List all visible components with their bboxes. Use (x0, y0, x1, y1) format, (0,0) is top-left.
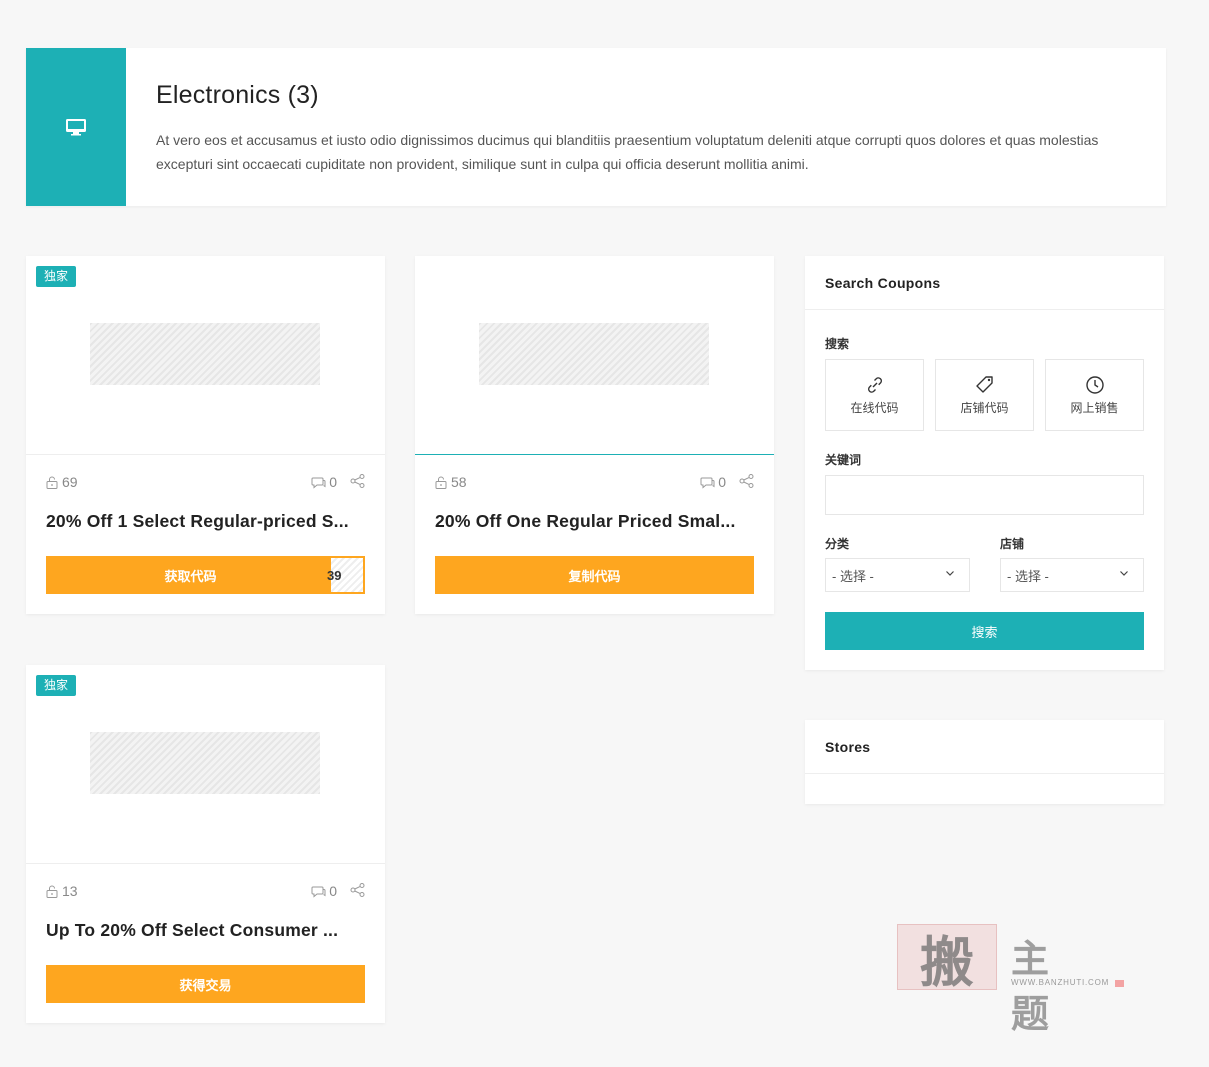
coupon-title[interactable]: 20% Off One Regular Priced Smal... (435, 511, 754, 532)
share-icon (739, 474, 754, 488)
store-logo[interactable] (90, 732, 320, 794)
share-icon (350, 883, 365, 897)
category-label: 分类 (825, 537, 850, 551)
views-count: 13 (46, 883, 78, 899)
comments-link[interactable]: 0 (700, 474, 726, 490)
comments-link[interactable]: 0 (311, 883, 337, 899)
keyword-label: 关键词 (825, 453, 862, 467)
comment-icon (311, 886, 326, 898)
type-online-sale[interactable]: 网上销售 (1045, 359, 1144, 431)
coupon-card: 58 0 20% Off One Regular Priced Smal... … (415, 256, 774, 614)
category-header: Electronics (3) At vero eos et accusamus… (26, 48, 1166, 206)
coupon-card: 独家 69 0 20% Off 1 Select Regular-priced … (26, 256, 385, 614)
site-watermark: 搬 主题 WWW.BANZHUTI.COM (897, 924, 1127, 1036)
type-store-code[interactable]: 店铺代码 (935, 359, 1034, 431)
coupon-meta: 69 0 (46, 474, 365, 492)
link-icon (867, 376, 882, 393)
coupon-title[interactable]: 20% Off 1 Select Regular-priced S... (46, 511, 365, 532)
search-coupons-widget: Search Coupons 搜索 在线代码 店铺代码 网上销售 关键词 分类 … (805, 256, 1164, 670)
watermark-url: WWW.BANZHUTI.COM (1011, 978, 1110, 987)
views-count: 69 (46, 474, 78, 490)
share-button[interactable] (739, 474, 754, 491)
coupon-thumbnail[interactable] (415, 256, 774, 455)
code-peek: 39 (327, 558, 363, 592)
comments-link[interactable]: 0 (311, 474, 337, 490)
stores-widget: Stores (805, 720, 1164, 804)
copy-code-button[interactable]: 复制代码 (435, 556, 754, 594)
lock-icon (435, 476, 447, 489)
coupon-meta: 13 0 (46, 883, 365, 901)
store-label: 店铺 (1000, 537, 1025, 551)
tag-icon (975, 375, 993, 393)
coupon-meta: 58 0 (435, 474, 754, 492)
comment-icon (311, 477, 326, 489)
store-logo[interactable] (90, 323, 320, 385)
get-code-label: 获取代码 (48, 558, 333, 592)
exclusive-badge: 独家 (36, 266, 77, 287)
lock-icon (46, 885, 58, 898)
search-type-label: 搜索 (825, 337, 850, 351)
comment-icon (700, 477, 715, 489)
coupon-thumbnail[interactable]: 独家 (26, 665, 385, 864)
clock-icon (1085, 375, 1104, 394)
chevron-down-icon (1120, 571, 1128, 576)
category-description: At vero eos et accusamus et iusto odio d… (156, 132, 1099, 172)
coupon-title[interactable]: Up To 20% Off Select Consumer ... (46, 920, 365, 941)
widget-title: Search Coupons (805, 256, 1164, 310)
get-deal-button[interactable]: 获得交易 (46, 965, 365, 1003)
coupon-card: 独家 13 0 Up To 20% Off Select Consumer ..… (26, 665, 385, 1023)
store-logo[interactable] (479, 323, 709, 385)
share-button[interactable] (350, 474, 365, 491)
category-icon-box (26, 48, 126, 206)
category-title: Electronics (3) (156, 81, 319, 109)
search-button[interactable]: 搜索 (825, 612, 1144, 650)
monitor-icon (66, 119, 86, 136)
share-button[interactable] (350, 883, 365, 900)
chevron-down-icon (946, 571, 954, 576)
lock-icon (46, 476, 58, 489)
get-code-button[interactable]: 获取代码 39 (46, 556, 365, 594)
exclusive-badge: 独家 (36, 675, 77, 696)
store-select[interactable]: - 选择 - (1000, 558, 1144, 592)
category-select[interactable]: - 选择 - (825, 558, 970, 592)
views-count: 58 (435, 474, 467, 490)
share-icon (350, 474, 365, 488)
widget-title: Stores (805, 720, 1164, 774)
keyword-input[interactable] (825, 475, 1144, 515)
watermark-seal: 搬 (897, 924, 997, 994)
watermark-dot (1115, 980, 1124, 987)
type-online-code[interactable]: 在线代码 (825, 359, 924, 431)
coupon-thumbnail[interactable]: 独家 (26, 256, 385, 455)
